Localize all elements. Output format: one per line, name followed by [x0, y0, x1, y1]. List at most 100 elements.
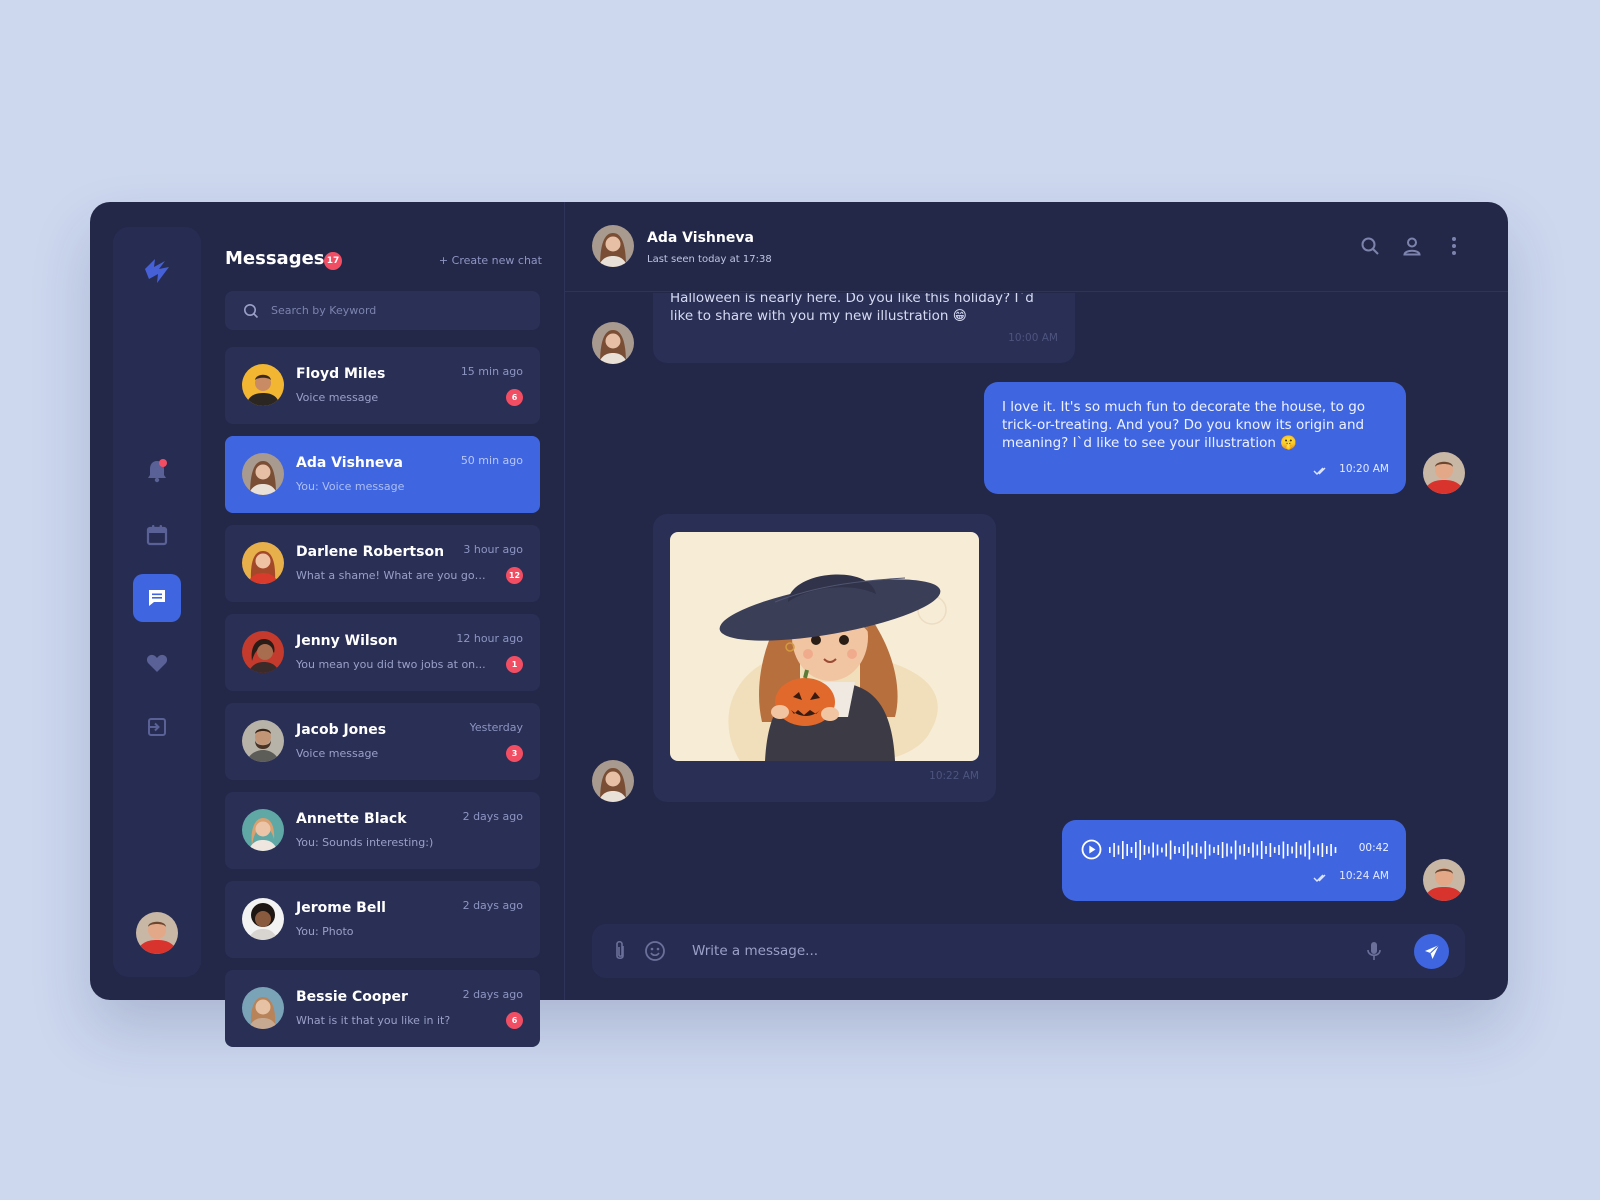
waveform-bar — [1126, 844, 1128, 856]
message-text: I love it. It's so much fun to decorate … — [1002, 399, 1366, 451]
waveform-bar — [1291, 846, 1293, 854]
contact-name: Bessie Cooper — [296, 989, 408, 1005]
contact-name: Jacob Jones — [296, 722, 387, 738]
create-new-chat-link[interactable]: + Create new chat — [439, 254, 542, 267]
read-receipt-icon — [1313, 874, 1326, 882]
waveform-bar — [1169, 840, 1172, 860]
waveform-bar — [1161, 847, 1163, 853]
contact-name: Darlene Robertson — [296, 544, 445, 560]
waveform-bar — [1217, 845, 1220, 855]
timestamp: Yesterday — [469, 721, 523, 734]
avatar — [242, 898, 284, 940]
conversation-panel: Ada Vishneva Last seen today at 17:38 Ha… — [565, 202, 1508, 1000]
avatar — [242, 364, 284, 406]
waveform-bar — [1213, 847, 1215, 853]
timestamp: 15 min ago — [460, 365, 523, 378]
bell-icon[interactable] — [133, 447, 181, 495]
halloween-illustration[interactable] — [670, 532, 979, 761]
waveform-bar — [1204, 841, 1207, 859]
chat-list-item[interactable]: Annette Black You: Sounds interesting:) … — [225, 792, 540, 869]
chat-icon[interactable] — [133, 574, 181, 622]
unread-badge: 12 — [506, 567, 523, 584]
message-composer — [592, 924, 1465, 978]
unread-badge: 6 — [506, 389, 523, 406]
waveform-bar — [1313, 847, 1315, 853]
read-receipt-icon — [1313, 467, 1326, 475]
attachment-icon[interactable] — [608, 939, 632, 963]
timestamp: 2 days ago — [462, 988, 523, 1001]
message-preview: You: Voice message — [296, 480, 405, 493]
message-preview: What is it that you like in it? — [296, 1014, 451, 1027]
search-input[interactable] — [271, 304, 511, 317]
timestamp: 50 min ago — [460, 454, 523, 467]
message-preview: What a shame! What are you goi... — [296, 569, 486, 582]
message-preview: You mean you did two jobs at on... — [296, 658, 486, 671]
avatar — [242, 453, 284, 495]
heart-icon[interactable] — [133, 639, 181, 687]
avatar — [592, 760, 634, 802]
conversation-header: Ada Vishneva Last seen today at 17:38 — [565, 202, 1508, 292]
chat-list-item[interactable]: Floyd Miles Voice message 15 min ago 6 — [225, 347, 540, 424]
waveform-bar — [1139, 840, 1141, 860]
contact-name: Ada Vishneva — [296, 455, 403, 471]
search-field[interactable] — [225, 291, 540, 330]
waveform-bar — [1109, 847, 1111, 853]
waveform-bar — [1330, 844, 1332, 856]
outgoing-voice-message: 00:42 10:24 AM — [1062, 820, 1406, 901]
chat-list-item[interactable]: Ada Vishneva You: Voice message 50 min a… — [225, 436, 540, 513]
unread-badge: 3 — [506, 745, 523, 762]
avatar[interactable] — [592, 225, 634, 267]
waveform-bar — [1282, 841, 1285, 859]
waveform-bar — [1234, 840, 1237, 860]
waveform-bar — [1278, 845, 1280, 855]
play-icon[interactable] — [1081, 839, 1102, 860]
avatar — [242, 809, 284, 851]
chat-list-item[interactable]: Jacob Jones Voice message Yesterday 3 — [225, 703, 540, 780]
waveform-bar — [1195, 843, 1198, 857]
calendar-icon[interactable] — [133, 511, 181, 559]
unread-badge: 6 — [506, 1012, 523, 1029]
profile-icon[interactable] — [1401, 235, 1423, 257]
waveform-bar — [1299, 845, 1302, 855]
waveform-bar — [1308, 840, 1311, 860]
voice-waveform[interactable] — [1108, 837, 1338, 863]
search-icon[interactable] — [1359, 235, 1381, 257]
emoji-icon[interactable] — [643, 939, 667, 963]
waveform-bar — [1191, 845, 1194, 855]
waveform-bar — [1295, 842, 1298, 858]
last-seen-status: Last seen today at 17:38 — [647, 254, 772, 265]
message-input[interactable] — [692, 939, 1332, 963]
waveform-bar — [1113, 843, 1115, 857]
waveform-bar — [1135, 842, 1137, 858]
incoming-message: Halloween is nearly here. Do you like th… — [653, 293, 1075, 363]
chat-list-item[interactable]: Jenny Wilson You mean you did two jobs a… — [225, 614, 540, 691]
avatar — [242, 720, 284, 762]
message-time: 10:22 AM — [929, 770, 979, 782]
waveform-bar — [1165, 843, 1167, 857]
waveform-bar — [1317, 844, 1319, 856]
send-icon — [1424, 944, 1439, 959]
message-preview: You: Photo — [296, 925, 354, 938]
waveform-bar — [1130, 847, 1133, 853]
waveform-bar — [1152, 842, 1154, 858]
logo-icon[interactable] — [141, 255, 173, 287]
waveform-bar — [1286, 844, 1289, 856]
chat-list-item[interactable]: Darlene Robertson What a shame! What are… — [225, 525, 540, 602]
message-time: 10:20 AM — [1339, 463, 1389, 475]
message-time: 10:24 AM — [1339, 870, 1389, 882]
waveform-bar — [1265, 846, 1267, 854]
contact-name: Jerome Bell — [296, 900, 386, 916]
message-text: Halloween is nearly here. Do you like th… — [670, 293, 1034, 324]
microphone-icon[interactable] — [1362, 939, 1386, 963]
unread-count-badge: 17 — [324, 252, 342, 270]
waveform-bar — [1273, 847, 1276, 853]
chat-list-item[interactable]: Bessie Cooper What is it that you like i… — [225, 970, 540, 1047]
avatar — [592, 322, 634, 364]
send-button[interactable] — [1414, 934, 1449, 969]
logout-icon[interactable] — [133, 703, 181, 751]
message-preview: Voice message — [296, 391, 379, 404]
chat-list-item[interactable]: Jerome Bell You: Photo 2 days ago — [225, 881, 540, 958]
avatar[interactable] — [136, 912, 178, 954]
waveform-bar — [1208, 844, 1211, 856]
more-options-icon[interactable] — [1443, 235, 1465, 257]
